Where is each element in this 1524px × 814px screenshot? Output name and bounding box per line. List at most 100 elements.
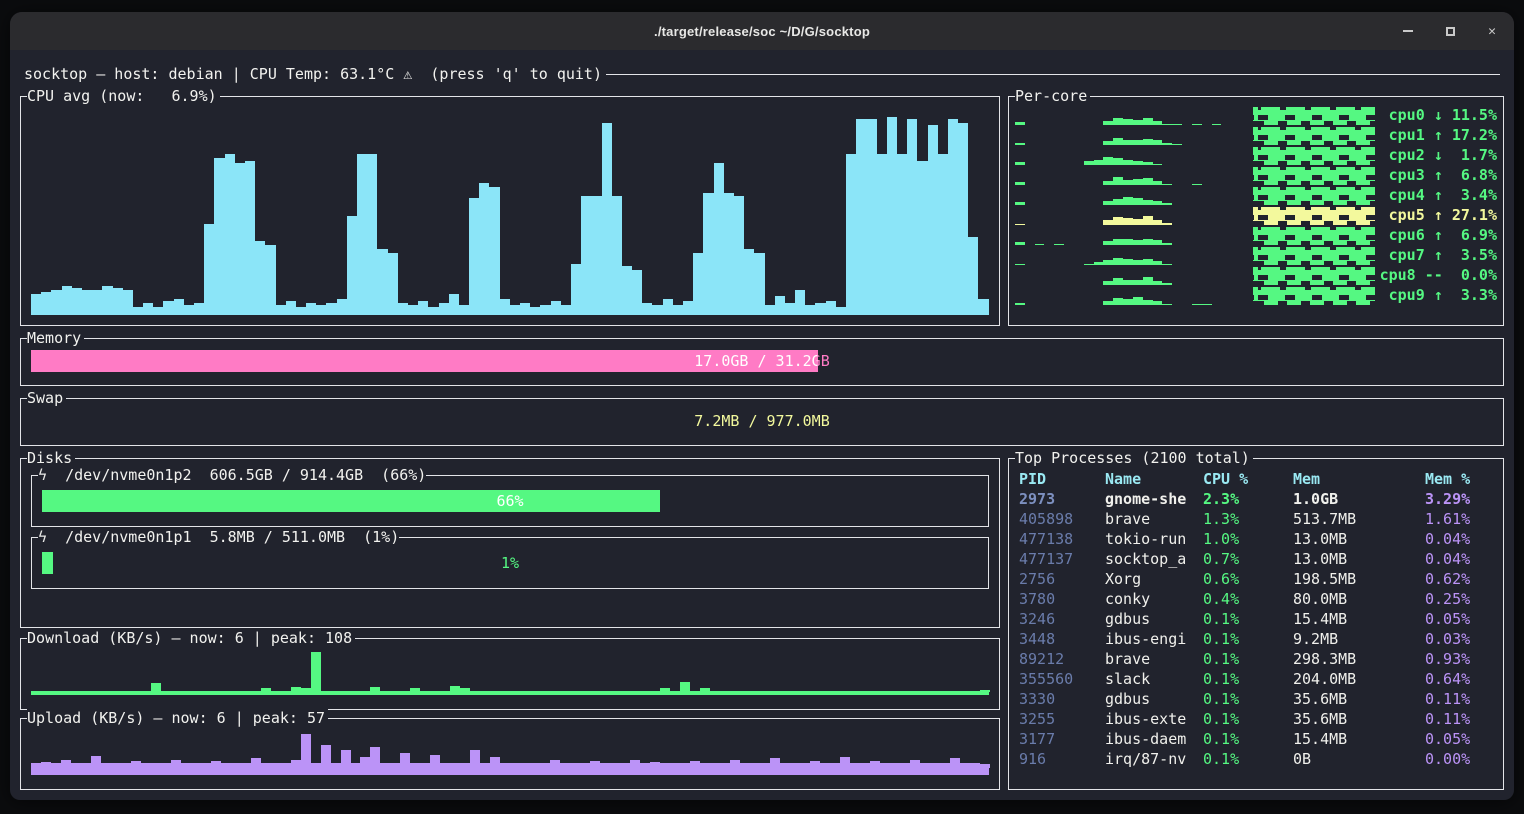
core-row-cpu2: cpu2 ↓ 1.7%	[1015, 145, 1497, 165]
cell-cpu: 0.1%	[1203, 709, 1293, 729]
chart-bar	[211, 761, 221, 768]
chart-bar	[602, 123, 612, 315]
chart-bar	[143, 303, 153, 315]
cell-pid: 405898	[1019, 509, 1105, 529]
table-row[interactable]: 3330gdbus0.1%35.6MB0.11%	[1019, 689, 1499, 709]
table-row[interactable]: 3246gdbus0.1%15.4MB0.05%	[1019, 609, 1499, 629]
cell-name: brave	[1105, 509, 1203, 529]
sparkline-bar	[1113, 118, 1123, 125]
table-row[interactable]: 477137socktop_a0.7%13.0MB0.04%	[1019, 549, 1499, 569]
table-row[interactable]: 89212brave0.1%298.3MB0.93%	[1019, 649, 1499, 669]
chart-bar	[740, 691, 750, 692]
chart-bar	[326, 303, 336, 315]
chart-bar	[370, 687, 380, 692]
chart-bar	[490, 691, 500, 692]
chart-bar	[321, 691, 331, 692]
chart-bar	[520, 763, 530, 768]
chart-bar	[570, 763, 580, 768]
sparkline-bar	[1015, 162, 1025, 165]
sparkline-bar	[1123, 160, 1133, 165]
chart-bar	[520, 691, 530, 692]
table-row[interactable]: 477138tokio-run1.0%13.0MB0.04%	[1019, 529, 1499, 549]
core-load-block	[1253, 227, 1375, 245]
chart-bar	[286, 301, 296, 315]
process-table-header: PID Name CPU % Mem Mem %	[1019, 469, 1499, 489]
chart-bar	[101, 691, 111, 692]
terminal-window: ./target/release/soc ~/D/G/socktop ✕ soc…	[10, 12, 1514, 800]
cell-name: conky	[1105, 589, 1203, 609]
core-row-cpu5: cpu5 ↑ 27.1%	[1015, 205, 1497, 225]
chart-bar	[301, 688, 311, 692]
chart-bar	[750, 763, 760, 768]
chart-bar	[265, 245, 275, 315]
chart-bar	[388, 253, 398, 315]
chart-bar	[948, 119, 958, 315]
chart-bar	[331, 763, 341, 768]
table-row[interactable]: 916irq/87-nv0.1%0B0.00%	[1019, 749, 1499, 769]
chart-bar	[271, 763, 281, 768]
chart-bar	[390, 691, 400, 692]
chart-bar	[840, 691, 850, 692]
cell-pid: 3330	[1019, 689, 1105, 709]
sparkline-bar	[1212, 124, 1222, 125]
chart-bar	[820, 691, 830, 692]
titlebar[interactable]: ./target/release/soc ~/D/G/socktop ✕	[10, 12, 1514, 50]
sparkline-bar	[1143, 162, 1153, 165]
table-row[interactable]: 3448ibus-engi0.1%9.2MB0.03%	[1019, 629, 1499, 649]
chart-bar	[540, 763, 550, 768]
sparkline-bar	[1123, 239, 1133, 245]
sparkline-bar	[1143, 216, 1153, 225]
chart-bar	[351, 691, 361, 692]
table-row[interactable]: 405898brave1.3%513.7MB1.61%	[1019, 509, 1499, 529]
chart-bar	[480, 763, 490, 768]
cell-cpu: 1.0%	[1203, 529, 1293, 549]
upload-chart	[31, 731, 989, 775]
minimize-button[interactable]	[1400, 23, 1416, 39]
close-button[interactable]: ✕	[1484, 23, 1500, 39]
chart-bar	[101, 763, 111, 768]
table-row[interactable]: 3177ibus-daem0.1%15.4MB0.05%	[1019, 729, 1499, 749]
table-row[interactable]: 2973gnome-she2.3%1.0GB3.29%	[1019, 489, 1499, 509]
chart-bar	[51, 691, 61, 692]
chart-bar	[341, 750, 351, 768]
core-label: cpu8 -- 0.0%	[1375, 265, 1497, 285]
chart-bar	[856, 119, 866, 315]
chart-bar	[440, 691, 450, 692]
chart-bar	[600, 691, 610, 692]
cell-pid: 3246	[1019, 609, 1105, 629]
sparkline-bar	[1133, 198, 1143, 205]
disk-label: /dev/nvme0n1p1 5.8MB / 511.0MB (1%)	[65, 528, 399, 546]
chart-bar	[968, 237, 978, 315]
cell-mem: 13.0MB	[1293, 529, 1425, 549]
chart-bar	[460, 763, 470, 768]
chart-bar	[780, 763, 790, 768]
sparkline-bar	[1162, 243, 1172, 245]
core-load-block	[1253, 107, 1375, 125]
disk-gauge-label: 1%	[42, 552, 978, 574]
chart-bar	[171, 760, 181, 768]
chart-bar	[700, 688, 710, 692]
core-load-block	[1253, 187, 1375, 205]
chart-bar	[211, 691, 221, 692]
table-row[interactable]: 2756Xorg0.6%198.5MB0.62%	[1019, 569, 1499, 589]
table-row[interactable]: 3780conky0.4%80.0MB0.25%	[1019, 589, 1499, 609]
cell-pid: 916	[1019, 749, 1105, 769]
chart-bar	[241, 691, 251, 692]
col-mem: Mem	[1293, 469, 1425, 489]
sparkline-bar	[1084, 161, 1094, 165]
table-row[interactable]: 355560slack0.1%204.0MB0.64%	[1019, 669, 1499, 689]
table-row[interactable]: 3255ibus-exte0.1%35.6MB0.11%	[1019, 709, 1499, 729]
chart-bar	[81, 763, 91, 768]
chart-bar	[181, 763, 191, 768]
maximize-button[interactable]	[1442, 23, 1458, 39]
sparkline-bar	[1133, 260, 1143, 265]
chart-bar	[730, 760, 740, 768]
cell-name: gdbus	[1105, 609, 1203, 629]
chart-bar	[380, 691, 390, 692]
chart-bar	[550, 760, 560, 768]
maximize-icon	[1446, 27, 1455, 36]
sparkline-bar	[1103, 220, 1113, 225]
chart-bar	[590, 691, 600, 692]
chart-bar	[820, 763, 830, 768]
sparkline-bar	[1015, 224, 1025, 225]
